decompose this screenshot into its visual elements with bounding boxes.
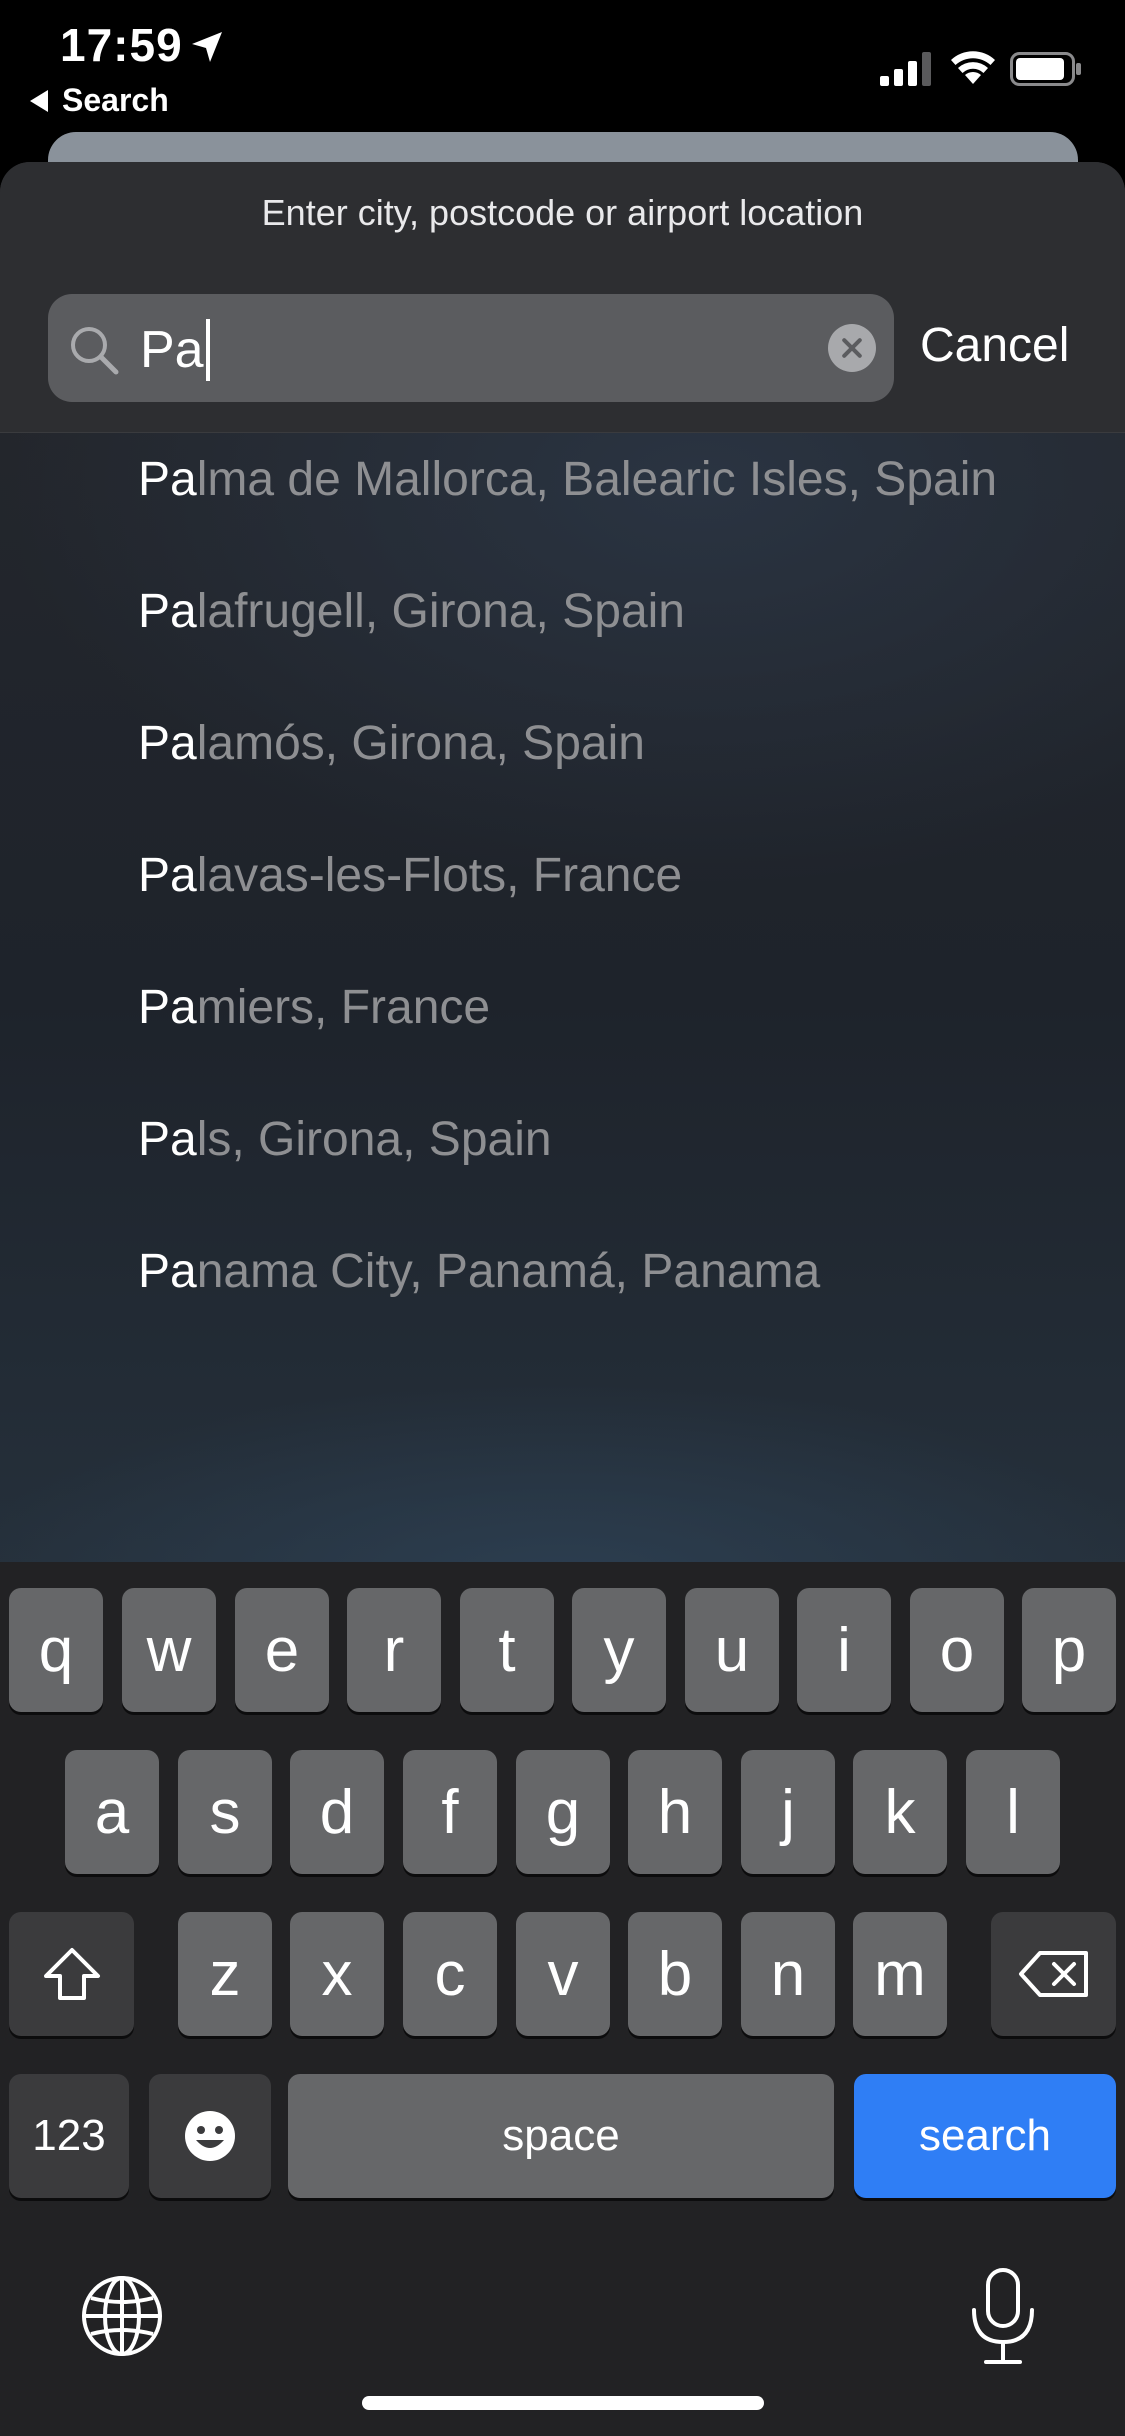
backspace-icon (1018, 1951, 1088, 1997)
back-triangle-icon (30, 89, 48, 112)
back-to-search-link[interactable]: Search (30, 82, 169, 119)
result-rest: lavas-les-Flots, France (196, 849, 683, 902)
result-item[interactable]: Palafrugell, Girona, Spain (138, 584, 685, 639)
result-rest: lma de Mallorca, Balearic Isles, Spain (196, 453, 998, 506)
key-o[interactable]: o (910, 1588, 1004, 1712)
delete-key[interactable] (991, 1912, 1116, 2036)
key-a[interactable]: a (65, 1750, 159, 1874)
space-key[interactable]: space (288, 2074, 834, 2198)
result-match: Pa (138, 1245, 197, 1298)
search-icon (71, 327, 119, 375)
search-key[interactable]: search (854, 2074, 1116, 2198)
home-indicator[interactable] (362, 2396, 764, 2410)
key-x[interactable]: x (290, 1912, 384, 2036)
text-caret (205, 319, 210, 381)
result-rest: nama City, Panamá, Panama (196, 1245, 821, 1298)
result-rest: lamós, Girona, Spain (196, 717, 645, 770)
key-n[interactable]: n (741, 1912, 835, 2036)
microphone-icon[interactable] (966, 2266, 1040, 2366)
status-bar: 17:59 Search (0, 0, 1125, 130)
result-rest: lafrugell, Girona, Spain (196, 585, 685, 638)
sheet-header: Enter city, postcode or airport location… (0, 162, 1125, 433)
key-p[interactable]: p (1022, 1588, 1116, 1712)
key-w[interactable]: w (122, 1588, 216, 1712)
key-m[interactable]: m (853, 1912, 947, 2036)
result-match: Pa (138, 981, 197, 1034)
key-s[interactable]: s (178, 1750, 272, 1874)
battery-icon (1010, 52, 1081, 86)
back-label: Search (62, 82, 169, 118)
key-r[interactable]: r (347, 1588, 441, 1712)
location-arrow-icon (192, 32, 222, 62)
key-y[interactable]: y (572, 1588, 666, 1712)
result-rest: miers, France (196, 981, 491, 1034)
result-match: Pa (138, 1113, 197, 1166)
key-h[interactable]: h (628, 1750, 722, 1874)
key-k[interactable]: k (853, 1750, 947, 1874)
result-match: Pa (138, 453, 197, 506)
result-match: Pa (138, 849, 197, 902)
cellular-signal-icon (880, 52, 931, 86)
key-c[interactable]: c (403, 1912, 497, 2036)
key-b[interactable]: b (628, 1912, 722, 2036)
key-v[interactable]: v (516, 1912, 610, 2036)
wifi-icon (951, 51, 995, 84)
key-q[interactable]: q (9, 1588, 103, 1712)
result-match: Pa (138, 585, 197, 638)
search-input-value: Pa (140, 319, 210, 381)
search-query: Pa (140, 321, 204, 379)
result-item[interactable]: Panama City, Panamá, Panama (138, 1244, 820, 1299)
result-item[interactable]: Palma de Mallorca, Balearic Isles, Spain (138, 452, 997, 507)
numbers-key[interactable]: 123 (9, 2074, 129, 2198)
key-u[interactable]: u (685, 1588, 779, 1712)
status-time: 17:59 (60, 19, 183, 71)
keyboard: q w e r t y u i o p a s d f g h j k l z … (0, 1562, 1125, 2436)
key-f[interactable]: f (403, 1750, 497, 1874)
cancel-button[interactable]: Cancel (920, 318, 1069, 373)
key-z[interactable]: z (178, 1912, 272, 2036)
result-rest: ls, Girona, Spain (196, 1113, 552, 1166)
shift-key[interactable] (9, 1912, 134, 2036)
search-input[interactable]: Pa (48, 294, 894, 402)
key-e[interactable]: e (235, 1588, 329, 1712)
key-i[interactable]: i (797, 1588, 891, 1712)
globe-icon[interactable] (80, 2274, 164, 2358)
result-item[interactable]: Palavas-les-Flots, France (138, 848, 682, 903)
shift-icon (43, 1948, 100, 2000)
emoji-icon (185, 2111, 235, 2161)
key-d[interactable]: d (290, 1750, 384, 1874)
result-item[interactable]: Palamós, Girona, Spain (138, 716, 645, 771)
key-t[interactable]: t (460, 1588, 554, 1712)
sheet-title: Enter city, postcode or airport location (261, 192, 864, 233)
result-item[interactable]: Pamiers, France (138, 980, 490, 1035)
location-search-sheet: Enter city, postcode or airport location… (0, 162, 1125, 1562)
key-j[interactable]: j (741, 1750, 835, 1874)
clear-search-button[interactable] (828, 324, 876, 372)
emoji-key[interactable] (149, 2074, 271, 2198)
result-match: Pa (138, 717, 197, 770)
key-l[interactable]: l (966, 1750, 1060, 1874)
result-item[interactable]: Pals, Girona, Spain (138, 1112, 552, 1167)
key-g[interactable]: g (516, 1750, 610, 1874)
